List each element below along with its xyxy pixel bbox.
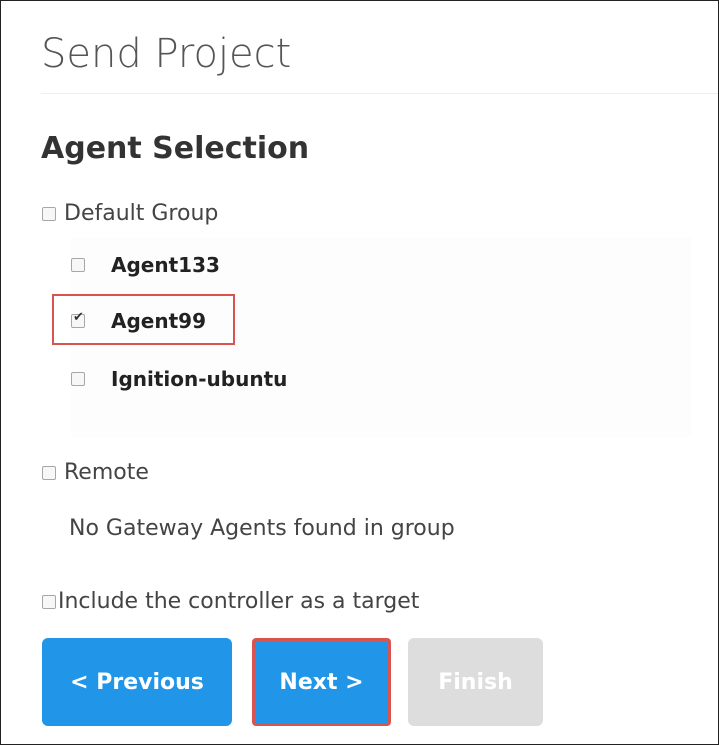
default-group-checkbox[interactable] (42, 206, 56, 221)
include-controller-option[interactable]: Include the controller as a target (42, 589, 419, 614)
ignition-ubuntu-label: Ignition-ubuntu (111, 367, 288, 391)
remote-group-checkbox[interactable] (42, 465, 56, 480)
send-project-dialog: Send Project Agent Selection Default Gro… (0, 0, 719, 745)
agent133-checkbox[interactable] (71, 258, 85, 272)
previous-button[interactable]: < Previous (42, 638, 232, 726)
section-title: Agent Selection (41, 131, 310, 166)
default-group-label: Default Group (64, 201, 219, 226)
finish-button[interactable]: Finish (408, 638, 543, 726)
agent-item-ignition-ubuntu[interactable]: Ignition-ubuntu (71, 367, 287, 391)
include-controller-checkbox[interactable] (42, 594, 56, 609)
group-remote[interactable]: Remote (42, 460, 149, 485)
agent99-highlight-box (52, 294, 235, 345)
agent133-label: Agent133 (111, 253, 220, 277)
empty-group-message: No Gateway Agents found in group (69, 516, 455, 541)
remote-group-label: Remote (64, 460, 149, 485)
title-divider (41, 93, 718, 94)
group-default[interactable]: Default Group (42, 201, 218, 226)
include-controller-label: Include the controller as a target (58, 589, 420, 614)
ignition-ubuntu-checkbox[interactable] (71, 372, 85, 386)
next-button[interactable]: Next > (252, 638, 391, 726)
agent-item-agent133[interactable]: Agent133 (71, 253, 220, 277)
page-title: Send Project (41, 31, 292, 77)
